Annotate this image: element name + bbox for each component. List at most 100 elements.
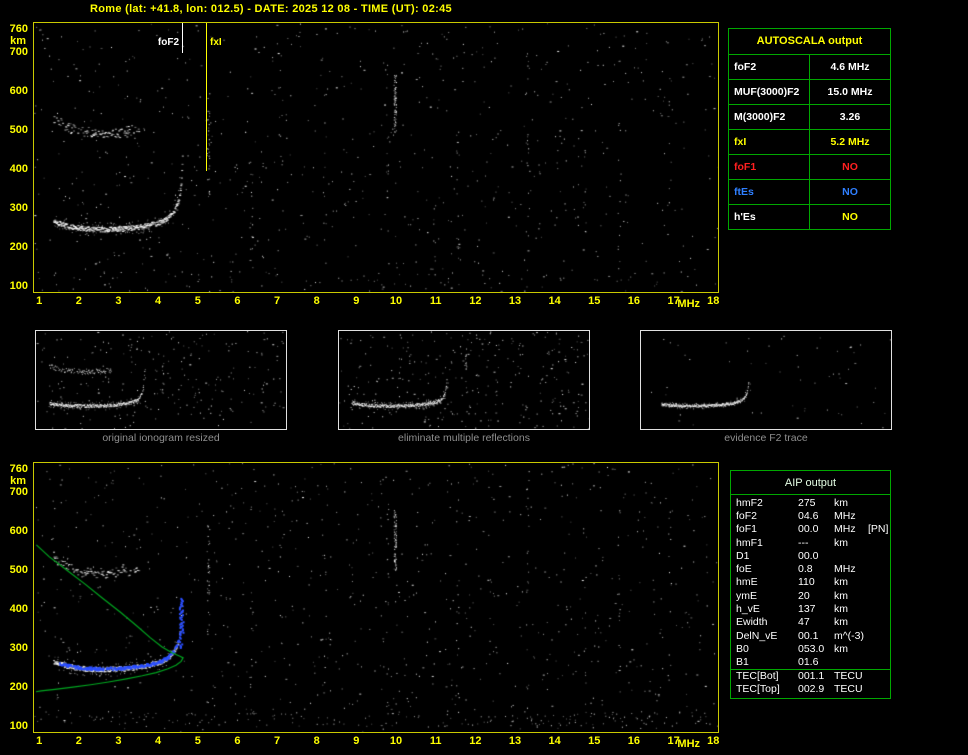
aip-param-label: foF2 [736, 509, 758, 522]
y-axis-label: 300 [9, 202, 28, 215]
aip-param-value: 001.1 [798, 670, 825, 682]
aip-row: hmF1 --- km [731, 536, 890, 549]
autoscala-param-label: ftEs [729, 180, 810, 204]
thumbnail-caption-evidence: evidence F2 trace [724, 432, 808, 444]
fof2-marker-label: foF2 [157, 37, 179, 48]
aip-param-label: B1 [736, 656, 749, 669]
x-axis-label: 7 [274, 295, 281, 307]
ionogram-plot-bottom [33, 462, 719, 733]
y-axis-label: 200 [9, 241, 28, 254]
x-axis-label: 4 [155, 735, 162, 747]
y-axis-label: 100 [9, 720, 28, 732]
aip-param-label: DelN_vE [736, 629, 778, 642]
autoscala-param-value: NO [842, 186, 858, 198]
x-axis-label: 7 [274, 735, 281, 747]
thumbnail-original-ionogram [35, 330, 287, 430]
autoscala-param-label: foF2 [729, 55, 810, 79]
aip-param-label: foE [736, 563, 752, 576]
x-axis-label: 13 [508, 735, 522, 747]
x-axis-label: 13 [508, 295, 522, 307]
aip-param-unit: MHz [834, 509, 856, 522]
aip-param-unit: MHz [834, 523, 856, 536]
x-axis-label: 18 [707, 295, 720, 307]
autoscala-param-label: foF1 [729, 155, 810, 179]
aip-param-label: TEC[Top] [736, 682, 780, 695]
x-axis-label: 3 [115, 295, 122, 307]
ionogram-canvas-bottom [34, 463, 718, 732]
station-date-title: Rome (lat: +41.8, lon: 012.5) - DATE: 20… [90, 3, 452, 15]
autoscala-row: fxI 5.2 MHz [729, 129, 890, 154]
autoscala-param-value: 3.26 [839, 111, 861, 123]
aip-param-value: --- [798, 536, 809, 549]
x-axis-label: 15 [588, 295, 601, 307]
aip-param-note: [PN] [868, 523, 889, 536]
aip-row: TEC[Top] 002.9 TECU [731, 682, 890, 695]
aip-param-label: h_vE [736, 603, 760, 616]
y-axis-label: 200 [9, 681, 28, 694]
y-axis-label: 500 [9, 564, 28, 577]
aip-row: Ewidth 47 km [731, 616, 890, 629]
thumbnail-caption-eliminate: eliminate multiple reflections [398, 432, 530, 444]
aip-param-unit: MHz [834, 563, 856, 576]
aip-param-unit: km [834, 616, 848, 629]
thumbnail-caption-original: original ionogram resized [102, 432, 220, 444]
y-axis-unit: km [10, 35, 26, 47]
aip-param-label: hmF1 [736, 536, 763, 549]
aip-param-label: hmF2 [736, 496, 763, 509]
autoscala-param-label: M(3000)F2 [729, 105, 810, 129]
aip-param-unit: m^(-3) [834, 629, 865, 642]
aip-row: foF2 04.6 MHz [731, 509, 890, 522]
x-axis-label: 2 [75, 295, 82, 307]
fof2-marker-line [182, 23, 183, 53]
thumbnail-canvas-original [36, 331, 286, 429]
aip-output-table: AIP output hmF2 275 km foF2 04.6 MHz foF1 00.0 M… [730, 470, 891, 699]
autoscala-table-header: AUTOSCALA output [756, 35, 863, 47]
aip-param-unit: TECU [834, 682, 863, 695]
aip-param-unit: km [834, 589, 848, 602]
aip-param-unit: km [834, 576, 848, 589]
aip-param-label: ymE [736, 589, 757, 602]
aip-row: ymE 20 km [731, 589, 890, 602]
x-axis-label: 8 [313, 295, 320, 307]
x-axis-label: 4 [155, 295, 162, 307]
aip-param-unit: km [834, 603, 848, 616]
aip-param-value: 00.0 [798, 549, 819, 562]
x-axis-label: 6 [234, 295, 241, 307]
x-axis-label: 15 [588, 735, 601, 747]
autoscala-param-value: NO [842, 211, 858, 223]
autoscala-param-label: fxI [729, 130, 810, 154]
x-axis-label: 11 [429, 735, 442, 747]
aip-param-label: TEC[Bot] [736, 670, 779, 682]
x-axis-label: 12 [469, 735, 482, 747]
ionogram-plot-top [33, 22, 719, 293]
autoscala-row: MUF(3000)F2 15.0 MHz [729, 79, 890, 104]
thumbnail-evidence-f2 [640, 330, 892, 430]
aip-param-label: B0 [736, 642, 749, 655]
x-axis-label: 3 [115, 735, 122, 747]
aip-param-label: foF1 [736, 523, 758, 536]
y-axis-label: 760 [9, 463, 28, 475]
aip-row: hmE 110 km [731, 576, 890, 589]
autoscala-param-value: 5.2 MHz [830, 136, 870, 148]
aip-param-label: hmE [736, 576, 758, 589]
aip-row: DelN_vE 00.1 m^(-3) [731, 629, 890, 642]
thumbnail-canvas-eliminate [339, 331, 589, 429]
aip-row: foF1 00.0 MHz [PN] [731, 523, 890, 536]
x-axis-label: 9 [353, 295, 360, 307]
x-axis-label: 11 [429, 295, 442, 307]
x-axis-label: 8 [313, 735, 320, 747]
x-axis-label: 5 [194, 735, 201, 747]
x-axis-label: 16 [627, 295, 641, 307]
x-axis-label: 12 [469, 295, 482, 307]
autoscala-param-value: NO [842, 161, 858, 173]
autoscala-param-label: h'Es [729, 205, 810, 229]
autoscala-row: M(3000)F2 3.26 [729, 104, 890, 129]
autoscala-output-table: AUTOSCALA output foF2 4.6 MHz MUF(3000)F2 1… [728, 28, 891, 230]
x-axis-label: 2 [75, 735, 82, 747]
aip-row: D1 00.0 [731, 549, 890, 562]
autoscala-row: ftEs NO [729, 179, 890, 204]
x-axis-label: 18 [707, 735, 720, 747]
aip-rows-container: hmF2 275 km foF2 04.6 MHz foF1 00.0 MHz [PN] hmF1 -… [731, 496, 890, 695]
x-axis-unit: MHz [677, 738, 701, 750]
x-axis-label: 9 [353, 735, 360, 747]
